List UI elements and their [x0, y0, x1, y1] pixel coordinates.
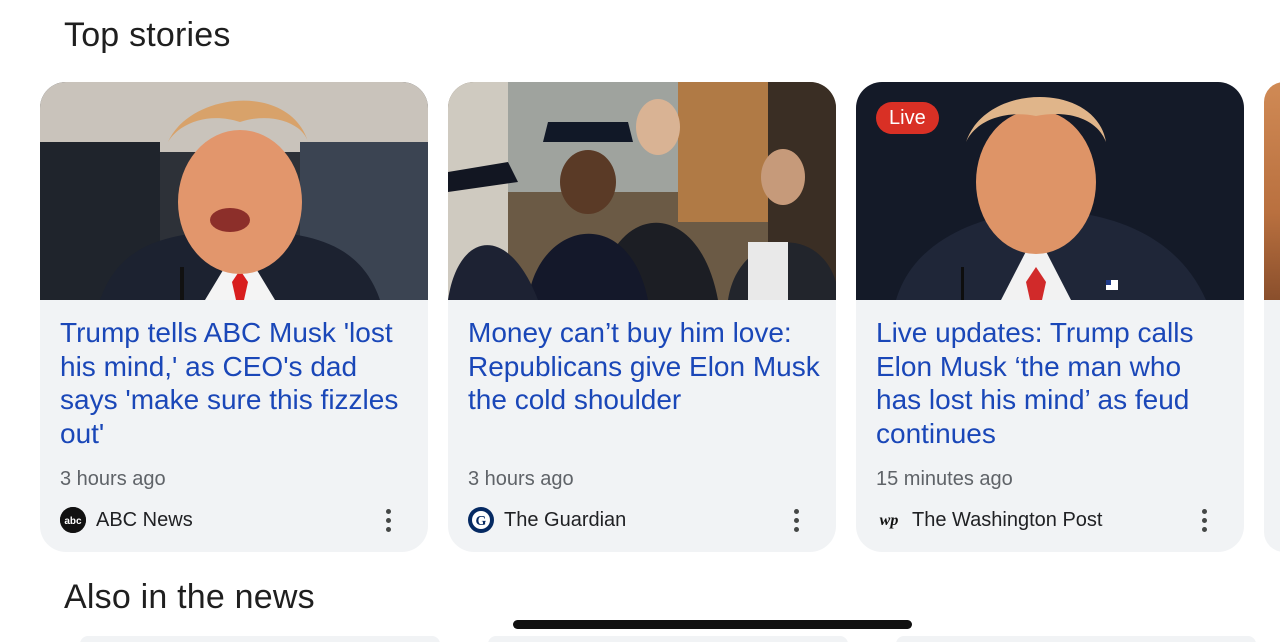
- story-image[interactable]: Live: [856, 82, 1244, 300]
- live-badge: Live: [876, 102, 939, 134]
- story-headline[interactable]: Live updates: Trump calls Elon Musk ‘the…: [876, 316, 1228, 450]
- news-card-peek[interactable]: [488, 636, 848, 642]
- more-vert-icon[interactable]: [376, 506, 400, 534]
- story-time: 3 hours ago: [60, 468, 166, 490]
- story-card-peek[interactable]: [1264, 82, 1280, 552]
- story-image[interactable]: [1264, 82, 1280, 300]
- story-headline[interactable]: Money can’t buy him love: Republicans gi…: [468, 316, 820, 417]
- story-time: 3 hours ago: [468, 468, 574, 490]
- story-image[interactable]: [40, 82, 428, 300]
- source-name: ABC News: [96, 508, 193, 531]
- story-source: wp The Washington Post: [876, 506, 1228, 534]
- section-title-also-in-the-news: Also in the news: [64, 578, 315, 616]
- source-name: The Washington Post: [912, 508, 1103, 531]
- more-vert-icon[interactable]: [784, 506, 808, 534]
- story-source: abc ABC News: [60, 506, 412, 534]
- news-card-peek[interactable]: [896, 636, 1256, 642]
- story-image[interactable]: [448, 82, 836, 300]
- washington-post-logo-icon: wp: [876, 507, 902, 533]
- svg-text:abc: abc: [64, 516, 82, 527]
- story-card-guardian[interactable]: Money can’t buy him love: Republicans gi…: [448, 82, 836, 552]
- abc-news-logo-icon: abc: [60, 507, 86, 533]
- svg-text:wp: wp: [880, 512, 899, 529]
- home-indicator[interactable]: [513, 620, 912, 629]
- story-source: G The Guardian: [468, 506, 820, 534]
- news-card-peek[interactable]: [80, 636, 440, 642]
- section-title-top-stories: Top stories: [64, 16, 231, 54]
- story-card-washington-post[interactable]: Live Live updates: Trump calls Elon Musk…: [856, 82, 1244, 552]
- guardian-logo-icon: G: [468, 507, 494, 533]
- source-name: The Guardian: [504, 508, 627, 531]
- svg-text:G: G: [476, 514, 487, 529]
- story-time: 15 minutes ago: [876, 468, 1013, 490]
- story-card-abc[interactable]: Trump tells ABC Musk 'lost his mind,' as…: [40, 82, 428, 552]
- more-vert-icon[interactable]: [1192, 506, 1216, 534]
- story-headline[interactable]: Trump tells ABC Musk 'lost his mind,' as…: [60, 316, 412, 450]
